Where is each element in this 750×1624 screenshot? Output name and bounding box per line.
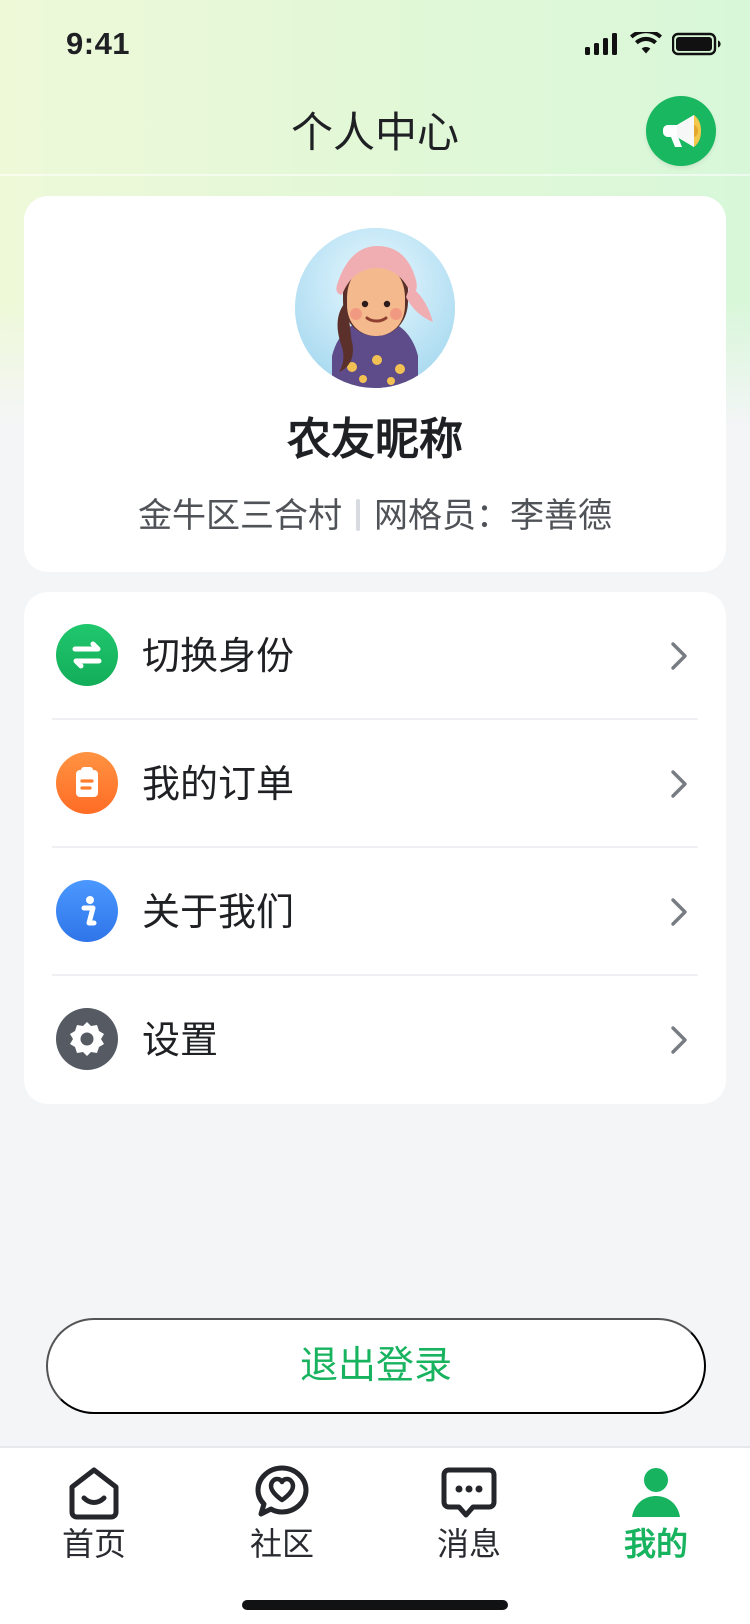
tab-home[interactable]: 首页	[0, 1448, 188, 1568]
status-time: 9:41	[66, 26, 131, 61]
cellular-signal-icon	[585, 33, 617, 55]
menu-item-settings[interactable]: 设置	[24, 976, 726, 1104]
chevron-right-icon	[671, 898, 687, 926]
tab-messages[interactable]: 消息	[375, 1448, 563, 1568]
farmer-avatar-icon	[295, 228, 455, 388]
home-icon	[69, 1467, 119, 1520]
chevron-right-icon	[671, 770, 687, 798]
menu-icon-background	[56, 1008, 118, 1070]
menu-item-switch-identity[interactable]: 切换身份	[24, 592, 726, 720]
battery-icon	[672, 32, 721, 56]
grid-worker-label: 网格员：	[374, 496, 510, 536]
menu-item-about-us[interactable]: 关于我们	[24, 848, 726, 976]
page-header: 个人中心	[0, 92, 750, 176]
location-line: 金牛区三合村 网格员：李善德	[24, 494, 726, 538]
menu-item-label: 设置	[142, 1018, 219, 1062]
user-avatar[interactable]	[295, 228, 455, 388]
megaphone-icon	[663, 115, 701, 147]
profile-icon	[632, 1468, 680, 1517]
home-indicator[interactable]	[242, 1600, 508, 1610]
menu-item-label: 关于我们	[142, 890, 295, 934]
tab-mine[interactable]: 我的	[562, 1448, 750, 1568]
info-icon	[81, 896, 97, 926]
bottom-tab-bar: 首页 社区 消息 我的	[0, 1446, 750, 1624]
switch-arrows-icon	[72, 641, 102, 669]
gear-icon	[70, 1022, 104, 1056]
tab-label: 社区	[249, 1525, 314, 1563]
menu-item-label: 我的订单	[142, 762, 295, 806]
menu-card: 切换身份 我的订单 关于我们 设置	[24, 592, 726, 1104]
tab-label: 首页	[61, 1525, 126, 1563]
profile-card: 农友昵称 金牛区三合村 网格员：李善德	[24, 196, 726, 572]
community-heart-icon	[255, 1465, 309, 1517]
announcement-button[interactable]	[646, 96, 716, 166]
status-icons	[584, 32, 722, 56]
page-title: 个人中心	[290, 108, 459, 157]
tab-community[interactable]: 社区	[188, 1448, 376, 1568]
chevron-right-icon	[671, 642, 687, 670]
user-nickname: 农友昵称	[287, 414, 463, 465]
menu-icon-background	[56, 624, 118, 686]
menu-item-label: 切换身份	[142, 634, 295, 678]
chevron-right-icon	[671, 1026, 687, 1054]
location-text: 金牛区三合村	[138, 496, 342, 536]
menu-item-my-orders[interactable]: 我的订单	[24, 720, 726, 848]
wifi-icon	[630, 32, 662, 54]
location-divider	[356, 499, 360, 531]
clipboard-icon	[76, 767, 98, 797]
tab-label: 消息	[436, 1525, 501, 1563]
profile-screen: 9:41 个人中心 农友昵称 金牛区三合村 网格员：李善德 切换身份 我的订单 …	[0, 0, 750, 1624]
menu-icon-background	[56, 752, 118, 814]
logout-button[interactable]: 退出登录	[46, 1318, 706, 1414]
grid-worker-name: 李善德	[510, 496, 612, 536]
status-bar: 9:41	[0, 0, 750, 92]
menu-icon-background	[56, 880, 118, 942]
message-icon	[441, 1467, 497, 1518]
tab-label: 我的	[623, 1525, 688, 1563]
